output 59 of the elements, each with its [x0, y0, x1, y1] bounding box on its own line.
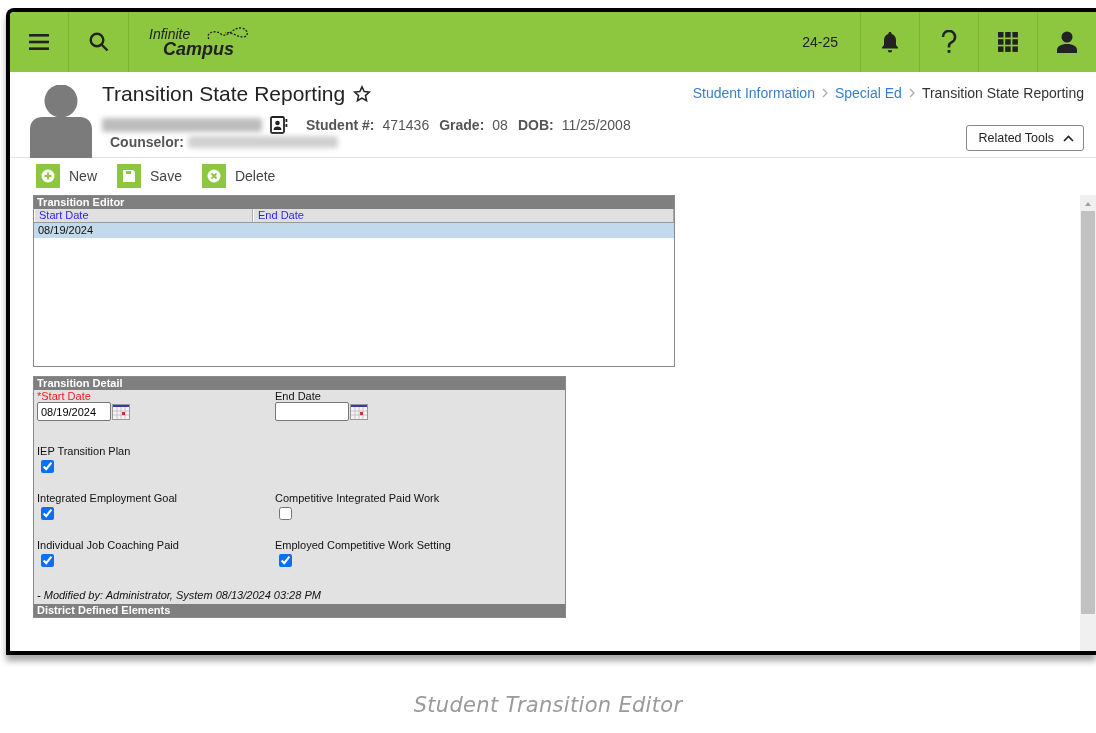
- grade-value: 08: [492, 117, 508, 133]
- modified-note: - Modified by: Administrator, System 08/13/2024 03:28 PM: [36, 588, 322, 603]
- add-icon: [41, 169, 55, 183]
- checkbox[interactable]: [41, 507, 54, 520]
- related-tools-button[interactable]: Related Tools: [966, 125, 1084, 151]
- grade-label: Grade:: [439, 117, 485, 133]
- star-icon[interactable]: [353, 85, 372, 103]
- checkbox[interactable]: [41, 460, 54, 473]
- dob-label: DOB:: [517, 117, 554, 133]
- save-button[interactable]: Save: [117, 164, 182, 188]
- scrollbar-thumb[interactable]: [1081, 211, 1095, 614]
- app-grid-icon: [998, 32, 1018, 52]
- scrollbar[interactable]: [1080, 195, 1096, 651]
- breadcrumb-current: Transition State Reporting: [921, 85, 1084, 101]
- menu-icon: [29, 34, 49, 50]
- save-icon: [122, 169, 136, 183]
- panel-title-bar: Transition Detail: [34, 377, 565, 390]
- section-title-bar: District Defined Elements: [34, 604, 565, 617]
- add-button[interactable]: New: [36, 164, 97, 188]
- checkbox-label: Integrated Employment Goal: [37, 492, 178, 504]
- chevron-right-icon: [908, 88, 915, 98]
- checkbox[interactable]: [41, 554, 54, 567]
- selected-table-row[interactable]: 08/19/2024: [34, 223, 674, 238]
- calendar-icon[interactable]: [112, 403, 130, 420]
- calendar-icon[interactable]: [350, 403, 368, 420]
- checkbox-label: IEP Transition Plan: [37, 445, 131, 457]
- contact-card-icon[interactable]: [270, 116, 288, 134]
- checkbox-label: Competitive Integrated Paid Work: [275, 492, 440, 504]
- dob-value: 11/25/2008: [561, 117, 631, 133]
- table-cell-text: 08/19/2024: [37, 223, 95, 238]
- bell-icon: [881, 31, 899, 53]
- column-header[interactable]: End Date: [253, 209, 674, 222]
- date-input[interactable]: 08/19/2024: [37, 402, 111, 421]
- student-number-label: Student #:: [306, 117, 375, 133]
- checkbox-label: Employed Competitive Work Setting: [275, 539, 451, 551]
- user-icon: [1057, 31, 1077, 53]
- delete-button[interactable]: Delete: [201, 164, 276, 188]
- checkbox-label: Individual Job Coaching Paid: [37, 539, 179, 551]
- school-year-selector[interactable]: 24-25: [802, 34, 838, 50]
- date-input[interactable]: [275, 402, 349, 421]
- field-label: End Date: [275, 390, 321, 402]
- logo-text: Campus: [163, 39, 234, 58]
- page-title: Transition State Reporting: [102, 82, 346, 106]
- search-icon: [88, 32, 109, 52]
- student-number: 471436: [382, 117, 430, 133]
- delete-icon: [206, 169, 221, 183]
- chevron-up-icon: [1063, 134, 1074, 142]
- breadcrumb-link[interactable]: Special Ed: [834, 85, 902, 101]
- panel-title-bar: Transition Editor: [34, 196, 674, 209]
- figure-caption: Student Transition Editor: [412, 693, 684, 717]
- logo-text: Infinite: [149, 26, 191, 41]
- column-header[interactable]: Start Date: [34, 209, 253, 222]
- help-icon: [941, 30, 957, 54]
- field-label: *Start Date: [37, 390, 91, 402]
- breadcrumb-link[interactable]: Student Information: [692, 85, 815, 101]
- checkbox[interactable]: [279, 554, 292, 567]
- checkbox[interactable]: [279, 507, 292, 520]
- counselor-label: Counselor:: [110, 134, 184, 150]
- chevron-right-icon: [821, 88, 828, 98]
